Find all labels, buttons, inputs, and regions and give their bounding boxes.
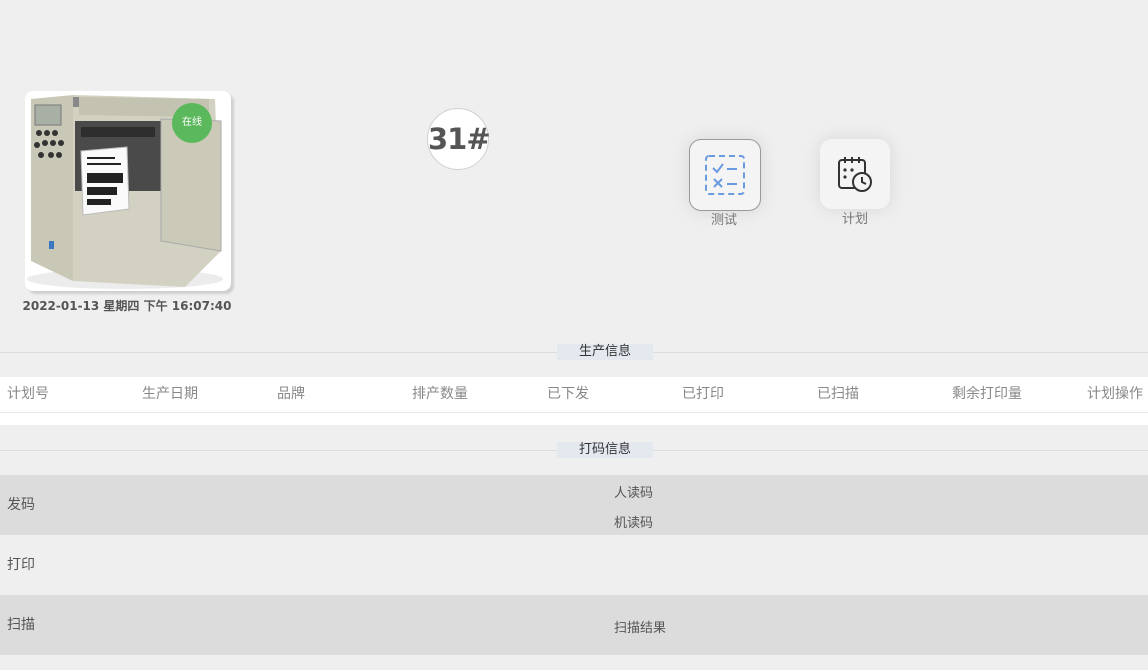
machine-number: 31# bbox=[427, 108, 491, 170]
machine-readable-code-label: 机读码 bbox=[614, 516, 654, 531]
scan-label: 扫描 bbox=[7, 617, 35, 633]
checklist-icon bbox=[705, 155, 745, 195]
coding-info-divider: 打码信息 bbox=[0, 442, 1148, 458]
col-plan-no: 计划号 bbox=[7, 386, 49, 402]
col-plan-operation: 计划操作 bbox=[1087, 386, 1143, 402]
calendar-clock-icon bbox=[838, 157, 872, 192]
production-table-body bbox=[0, 413, 1148, 425]
production-info-divider: 生产信息 bbox=[0, 344, 1148, 360]
production-info-title: 生产信息 bbox=[557, 344, 653, 360]
col-printed: 已打印 bbox=[682, 386, 724, 402]
online-status-badge: 在线 bbox=[172, 103, 212, 143]
print-row: 打印 bbox=[0, 535, 1148, 595]
scan-row: 扫描 扫描结果 bbox=[0, 595, 1148, 655]
coding-info-title: 打码信息 bbox=[557, 442, 653, 458]
issue-code-row: 发码 人读码 机读码 bbox=[0, 475, 1148, 535]
issue-code-label: 发码 bbox=[7, 497, 35, 513]
plan-button[interactable] bbox=[820, 139, 890, 209]
test-button[interactable] bbox=[689, 139, 761, 211]
col-remaining-print: 剩余打印量 bbox=[952, 386, 1022, 402]
col-brand: 品牌 bbox=[277, 386, 305, 402]
current-datetime: 2022-01-13 星期四 下午 16:07:40 bbox=[22, 299, 232, 313]
scan-result-label: 扫描结果 bbox=[614, 621, 667, 636]
col-production-date: 生产日期 bbox=[142, 386, 198, 402]
col-issued: 已下发 bbox=[547, 386, 589, 402]
col-scanned: 已扫描 bbox=[817, 386, 859, 402]
print-label: 打印 bbox=[7, 557, 35, 573]
production-table-header: 计划号 生产日期 品牌 排产数量 已下发 已打印 已扫描 剩余打印量 计划操作 bbox=[0, 377, 1148, 413]
col-scheduled-qty: 排产数量 bbox=[412, 386, 468, 402]
human-readable-code-label: 人读码 bbox=[614, 486, 654, 501]
plan-button-label: 计划 bbox=[841, 212, 868, 227]
test-button-label: 测试 bbox=[710, 213, 737, 228]
